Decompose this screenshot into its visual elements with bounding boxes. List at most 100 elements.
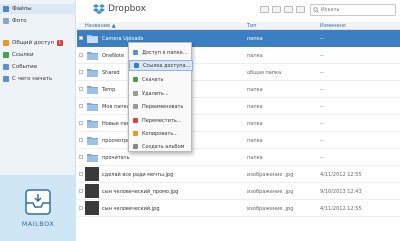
links-icon (3, 52, 9, 58)
table-header: Название ▲ Тип Изменено (77, 22, 400, 30)
row-checkbox[interactable] (79, 36, 83, 40)
row-name[interactable]: сын человеческий_промо.jpg (102, 189, 178, 195)
rename-icon (133, 104, 138, 109)
row-checkbox[interactable] (79, 104, 83, 108)
row-type: папка (247, 53, 263, 59)
new-folder-icon[interactable] (272, 6, 281, 13)
column-name-label: Название (85, 23, 111, 29)
row-modified: -- (320, 70, 324, 76)
sort-up-icon: ▲ (111, 23, 116, 29)
download-icon (133, 77, 138, 82)
row-checkbox[interactable] (79, 155, 83, 159)
get-started-icon (3, 76, 9, 82)
row-modified: -- (320, 36, 324, 42)
file-table: Название ▲ Тип Изменено Camera Uploads па… (77, 22, 400, 217)
menu-item-share-link[interactable]: Ссылка доступа... (129, 60, 193, 71)
row-checkbox[interactable] (79, 121, 83, 125)
menu-item-label: Ссылка доступа... (143, 62, 191, 69)
row-name[interactable]: Temp (102, 87, 115, 93)
image-thumbnail (85, 201, 99, 215)
row-name[interactable]: Моя папка (102, 104, 130, 110)
table-row[interactable]: прочитать папка -- (77, 149, 400, 166)
sidebar-item-sharing[interactable]: Общий доступ 1 (3, 38, 63, 48)
sidebar-item-get-started[interactable]: С чего начать (3, 74, 52, 84)
row-modified: -- (320, 121, 324, 127)
table-row[interactable]: сын человеческий.jpg изображение .jpg 4/11… (77, 200, 400, 217)
table-row[interactable]: Моя папка папка -- (77, 98, 400, 115)
row-type: папка (247, 121, 263, 127)
row-modified: 9/10/2013 12:43 (320, 189, 362, 195)
table-row[interactable]: Camera Uploads папка -- (77, 30, 400, 47)
menu-item-label: Копировать... (142, 130, 178, 137)
table-row[interactable]: OneNote папка -- (77, 47, 400, 64)
shared-folder-icon (87, 69, 98, 77)
sidebar-item-label: С чего начать (12, 76, 53, 82)
camera-folder-icon (87, 35, 98, 43)
row-checkbox[interactable] (79, 87, 83, 91)
row-name[interactable]: OneNote (102, 53, 124, 59)
upload-icon[interactable] (260, 6, 269, 13)
table-row[interactable]: Temp папка -- (77, 81, 400, 98)
row-checkbox[interactable] (79, 189, 83, 193)
image-thumbnail (85, 167, 99, 181)
row-type: папка (247, 87, 263, 93)
row-checkbox[interactable] (79, 138, 83, 142)
search-icon (313, 7, 319, 13)
sidebar-item-label: Событие (12, 64, 38, 70)
row-checkbox[interactable] (79, 206, 83, 210)
column-modified[interactable]: Изменено (320, 23, 346, 29)
search-box[interactable] (310, 4, 396, 16)
sidebar-item-label: Фото (12, 18, 27, 24)
table-row[interactable]: сын человеческий_промо.jpg изображение .j… (77, 183, 400, 200)
row-type: папка (247, 36, 263, 42)
table-row[interactable]: Новые папки папка -- (77, 115, 400, 132)
menu-item-create-album[interactable]: Создать альбом (129, 141, 193, 152)
row-modified: 4/11/2012 12:55 (320, 172, 362, 178)
mailbox-promo[interactable]: MAILBOX (0, 175, 76, 241)
row-modified: -- (320, 87, 324, 93)
row-checkbox[interactable] (79, 53, 83, 57)
shared-folder-icon[interactable] (284, 6, 293, 13)
sidebar-item-photos[interactable]: Фото (3, 16, 27, 26)
album-icon (133, 144, 138, 149)
table-row[interactable]: Shared общая папка -- (77, 64, 400, 81)
row-type: общая папка (247, 70, 282, 76)
toolbar (260, 6, 305, 13)
photos-icon (3, 18, 9, 24)
row-name[interactable]: сделай все ради мечты.jpg (102, 172, 173, 178)
sidebar-item-events[interactable]: Событие (3, 62, 37, 72)
link-icon (134, 63, 139, 68)
sharing-icon (3, 40, 9, 46)
move-icon (133, 118, 138, 123)
row-checkbox[interactable] (79, 70, 83, 74)
menu-item-rename[interactable]: Переименовать (129, 101, 193, 112)
menu-item-share-folder[interactable]: Доступ к папке... (129, 47, 193, 58)
table-row[interactable]: сделай все ради мечты.jpg изображение .jp… (77, 166, 400, 183)
menu-item-label: Создать альбом (142, 143, 185, 150)
folder-icon (87, 137, 98, 145)
menu-item-copy[interactable]: Копировать... (129, 128, 193, 139)
row-modified: -- (320, 53, 324, 59)
search-input[interactable] (321, 7, 391, 13)
table-row[interactable]: просмотреть папка -- (77, 132, 400, 149)
sidebar-item-files[interactable]: Файлы (0, 4, 76, 14)
copy-icon (133, 131, 138, 136)
context-menu: Доступ к папке... Ссылка доступа... Скачат… (128, 42, 193, 152)
column-name[interactable]: Название ▲ (85, 23, 116, 29)
menu-item-download[interactable]: Скачать (129, 74, 193, 85)
row-type: папка (247, 104, 263, 110)
sidebar-item-links[interactable]: Ссылки (3, 50, 34, 60)
delete-icon[interactable] (296, 6, 305, 13)
dropbox-logo[interactable]: Dropbox (93, 4, 146, 14)
row-name[interactable]: Shared (102, 70, 120, 76)
row-name[interactable]: прочитать (102, 155, 130, 161)
column-type[interactable]: Тип (247, 23, 257, 29)
menu-item-move[interactable]: Переместить... (129, 115, 193, 126)
menu-item-label: Доступ к папке... (142, 49, 188, 56)
menu-item-delete[interactable]: Удалить... (129, 88, 193, 99)
share-icon (133, 50, 138, 55)
sidebar: Файлы Фото Общий доступ 1 Ссылки Событие… (0, 0, 76, 241)
row-name[interactable]: сын человеческий.jpg (102, 206, 160, 212)
row-checkbox[interactable] (79, 172, 83, 176)
notification-badge: 1 (57, 40, 63, 46)
